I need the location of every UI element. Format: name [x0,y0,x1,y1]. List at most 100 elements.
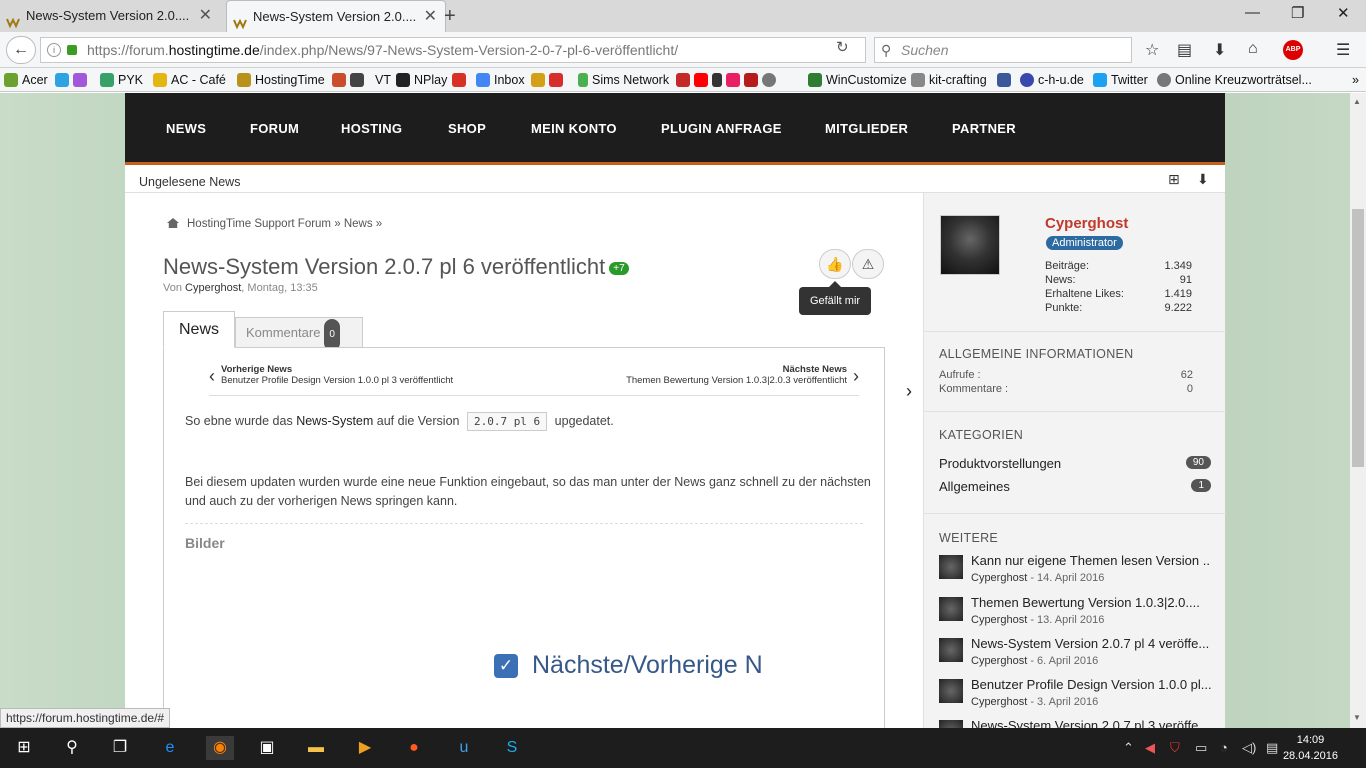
news-system-link[interactable]: News-System [296,414,373,428]
nav-news[interactable]: NEWS [166,121,206,136]
amazon-icon[interactable] [712,73,722,87]
list-item[interactable]: News-System Version 2.0.7 pl 3 veröffe..… [939,718,1211,728]
app-orange-icon[interactable]: ● [402,736,426,760]
breadcrumb-news[interactable]: News [344,218,373,230]
list-item[interactable]: Benutzer Profile Design Version 1.0.0 pl… [939,677,1211,717]
tab-news[interactable]: News [163,311,235,348]
sidebar-toggle-icon[interactable]: › [906,381,912,402]
youtube-icon[interactable] [694,73,708,87]
volume-icon[interactable]: ◁) [1242,740,1256,756]
close-tab-icon[interactable]: ✕ [424,1,437,32]
search-icon[interactable]: ⚲ [60,736,84,760]
globe-icon[interactable] [762,73,776,87]
minimize-icon[interactable]: — [1245,4,1260,21]
battery-icon[interactable]: ▭ [1195,740,1207,756]
bookmark-star-icon[interactable]: ☆ [1145,40,1159,60]
list-item[interactable]: Themen Bewertung Version 1.0.3|2.0.... Cy… [939,595,1211,635]
avatar[interactable] [940,215,1000,275]
url-bar[interactable]: i https://forum.hostingtime.de/index.php… [40,37,866,63]
menu-icon[interactable]: ☰ [1336,40,1350,60]
browser-tab-2-active[interactable]: News-System Version 2.0.... ✕ [226,0,446,32]
nav-mein-konto[interactable]: MEIN KONTO [531,121,617,136]
downloads-icon[interactable]: ⬇ [1213,40,1226,60]
edge-icon[interactable]: e [158,736,182,760]
user-name[interactable]: Cyperghost [1045,215,1128,232]
new-tab-icon[interactable]: + [444,2,456,30]
home-icon[interactable]: ⌂ [1248,40,1258,58]
bookmark-hostingtime[interactable]: HostingTime [237,72,325,88]
flower-icon[interactable] [726,73,740,87]
next-news-link[interactable]: Nächste News Themen Bewertung Version 1.0… [626,364,859,386]
clock[interactable]: 14:09 28.04.2016 [1283,732,1338,764]
maximize-icon[interactable]: ❐ [1291,4,1304,22]
scroll-up-arrow-icon[interactable]: ▲ [1353,97,1361,106]
tray-app-icon[interactable]: ◀ [1145,740,1155,756]
nav-mitglieder[interactable]: MITGLIEDER [825,121,908,136]
bookmark-sims-network[interactable]: Sims Network [578,72,669,88]
reload-icon[interactable]: ↻ [836,38,849,56]
file-explorer-icon[interactable]: ▬ [304,736,328,760]
tray-expand-icon[interactable]: ⌃ [1123,740,1134,756]
bookmark-gmail[interactable] [452,72,470,88]
bookmark-pyk[interactable]: PYK [100,72,143,88]
scroll-down-arrow-icon[interactable]: ▼ [1353,713,1361,722]
bookmark-kreuzwortraetsel[interactable]: Online Kreuzworträtsel... [1157,72,1312,88]
bookmark-nplay[interactable]: NPlay [396,72,447,88]
list-item[interactable]: News-System Version 2.0.7 pl 4 veröffe..… [939,636,1211,676]
chevron-right-icon[interactable]: › [853,366,859,387]
breadcrumb-forum[interactable]: HostingTime Support Forum [187,218,331,230]
adblock-plus-icon[interactable]: ABP [1283,40,1303,60]
previous-news-link[interactable]: Vorherige News Benutzer Profile Design Ve… [209,364,453,386]
bookmark-vt[interactable]: VT [375,72,391,88]
bookmark-misc-2[interactable] [531,72,567,88]
nav-plugin-anfrage[interactable]: PLUGIN ANFRAGE [661,121,782,136]
nav-partner[interactable]: PARTNER [952,121,1016,136]
scrollbar-thumb[interactable] [1352,209,1364,467]
task-view-icon[interactable]: ❐ [108,736,132,760]
list-item[interactable]: Kann nur eigene Themen lesen Version ...… [939,553,1211,593]
store-icon[interactable]: ▣ [255,736,279,760]
nav-hosting[interactable]: HOSTING [341,121,402,136]
nav-shop[interactable]: SHOP [448,121,486,136]
close-tab-icon[interactable]: ✕ [199,0,212,32]
tab-comments[interactable]: Kommentare 0 [235,317,363,351]
bookmark-wincustomize[interactable]: WinCustomize [808,72,907,88]
scroll-down-icon[interactable]: ⬇ [1197,171,1209,188]
bookmark-icon-misc[interactable] [332,72,368,88]
reading-list-icon[interactable]: ▤ [1177,40,1192,60]
windows-start-icon[interactable]: ⊞ [12,736,36,760]
uplay-icon[interactable]: u [452,736,476,760]
play-store-icon[interactable] [73,73,87,87]
report-button[interactable]: ⚠ [852,249,884,279]
attached-image[interactable]: ✓ Nächste/Vorherige N [494,651,770,687]
plus-icon[interactable] [55,73,69,87]
author-link[interactable]: Cyperghost [185,282,241,294]
close-window-icon[interactable]: ✕ [1337,4,1350,22]
like-button[interactable]: 👍 [819,249,851,279]
bookmark-inbox[interactable]: Inbox [476,72,525,88]
network-icon[interactable]: ◔ [1220,740,1228,755]
bookmark-acer[interactable]: Acer [4,72,48,88]
nav-forum[interactable]: FORUM [250,121,299,136]
browser-tab-1[interactable]: News-System Version 2.0.... ✕ [0,0,220,32]
firefox-icon[interactable]: ◉ [206,736,234,760]
category-item[interactable]: Allgemeines 1 [939,479,1211,494]
back-button[interactable]: ← [6,36,36,64]
shortnews-icon[interactable] [744,73,758,87]
bookmark-facebook[interactable] [997,72,1015,88]
site-info-icon[interactable]: i [47,43,61,57]
category-item[interactable]: Produktvorstellungen 90 [939,456,1211,471]
bookmark-twitter[interactable]: Twitter [1093,72,1148,88]
sitemap-icon[interactable]: ⊞ [1168,171,1180,188]
unread-news-link[interactable]: Ungelesene News [139,175,240,189]
bookmark-kit-crafting[interactable]: kit-crafting [911,72,987,88]
bookmark-chu[interactable]: c-h-u.de [1020,72,1084,88]
action-center-icon[interactable]: ▤ [1266,740,1278,756]
icon-a[interactable] [676,73,690,87]
shield-icon[interactable]: ⛉ [1170,740,1180,756]
more-bookmarks-icon[interactable]: » [1352,72,1359,88]
search-input[interactable]: ⚲ Suchen [874,37,1132,63]
media-player-icon[interactable]: ▶ [353,736,377,760]
scrollbar[interactable]: ▲ ▼ [1350,93,1366,728]
bookmark-ac-cafe[interactable]: AC - Café [153,72,226,88]
